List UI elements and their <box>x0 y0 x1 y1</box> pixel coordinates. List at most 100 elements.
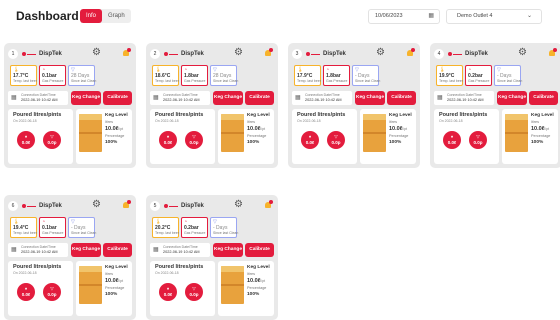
bell-icon[interactable] <box>122 200 131 209</box>
pressure-label: Gas Pressure <box>184 79 206 83</box>
calibrate-button[interactable]: Calibrate <box>103 243 132 257</box>
litres-poured-value: 0.0ℓ <box>163 292 173 297</box>
poured-date: On 2022-06-18 <box>13 119 37 123</box>
pints-poured-value: 0.0p <box>473 140 483 145</box>
keg-litres: 10.0ℓl/pt <box>247 126 266 132</box>
temperature-label: Temp. last beer <box>297 79 321 83</box>
tab-info[interactable]: Info <box>80 9 103 23</box>
keg-change-button[interactable]: Keg Change <box>213 243 243 257</box>
bell-icon[interactable] <box>406 48 415 57</box>
calendar-icon: ▦ <box>295 95 301 101</box>
clean-label: Since last Clean <box>71 79 97 83</box>
clean-stat: ▽ - Days Since last Clean <box>210 217 238 238</box>
clean-label: Since last Clean <box>213 79 239 83</box>
keg-litres: 10.0ℓl/pt <box>531 126 550 132</box>
connection-datetime: 2022-06-19 10:42 AM <box>163 98 200 102</box>
bell-icon[interactable] <box>548 48 557 57</box>
tap-number: 5 <box>150 201 160 211</box>
temperature-label: Temp. last beer <box>13 79 37 83</box>
drop-icon: ♦ <box>166 134 170 139</box>
temperature-label: Temp. last beer <box>13 231 37 235</box>
pressure-stat: ◔ 0.1bar Gas Pressure <box>39 65 66 86</box>
litres-label: litres <box>105 120 114 124</box>
calendar-icon[interactable]: ▦ <box>428 10 434 23</box>
poured-panel: Poured litres/pints On 2022-06-18 ♦ 0.0ℓ ▽ 0.… <box>292 109 357 164</box>
pints-poured-value: 0.0p <box>47 292 57 297</box>
pressure-label: Gas Pressure <box>468 79 490 83</box>
temperature-stat: 🌡 17.7°C Temp. last beer <box>10 65 37 86</box>
gear-icon[interactable]: ⚙ <box>92 199 101 211</box>
poured-date: On 2022-06-18 <box>439 119 463 123</box>
pressure-stat: ◔ 1.8bar Gas Pressure <box>323 65 350 86</box>
litres-poured-badge: ♦ 0.0ℓ <box>17 283 35 301</box>
keg-change-button[interactable]: Keg Change <box>71 243 101 257</box>
keg-change-button[interactable]: Keg Change <box>497 91 527 105</box>
temperature-stat: 🌡 20.2°C Temp. last beer <box>152 217 179 238</box>
keg-level-title: Keg Level <box>531 113 554 118</box>
disptek-logo-icon <box>22 51 36 57</box>
temperature-label: Temp. last beer <box>439 79 463 83</box>
calibrate-button[interactable]: Calibrate <box>103 91 132 105</box>
gear-icon[interactable]: ⚙ <box>376 47 385 59</box>
calendar-icon: ▦ <box>11 95 17 101</box>
outlet-select[interactable]: Demo Outlet 4 ⌄ <box>446 9 542 24</box>
pints-poured-value: 0.0p <box>47 140 57 145</box>
clean-label: Since last Clean <box>355 79 381 83</box>
keg-change-button[interactable]: Keg Change <box>71 91 101 105</box>
gear-icon[interactable]: ⚙ <box>234 199 243 211</box>
tap-card: 4 DispTek ⚙ 🌡 19.9°C Temp. last beer ◔ 0.2bar Ga… <box>430 43 560 168</box>
beer-glass-image <box>79 266 102 304</box>
calibrate-button[interactable]: Calibrate <box>245 243 274 257</box>
poured-title: Poured litres/pints <box>13 112 62 118</box>
date-picker[interactable]: 10/06/2023 ▦ <box>368 9 440 24</box>
keg-level-title: Keg Level <box>247 265 270 270</box>
card-header: 4 DispTek ⚙ <box>434 47 558 62</box>
litres-poured-value: 0.0ℓ <box>21 140 31 145</box>
disptek-logo-icon <box>164 51 178 57</box>
clean-stat: ▽ - Days Since last Clean <box>352 65 381 86</box>
poured-date: On 2022-06-18 <box>297 119 321 123</box>
calibrate-button[interactable]: Calibrate <box>529 91 558 105</box>
tap-number: 2 <box>150 49 160 59</box>
tab-graph[interactable]: Graph <box>102 9 131 23</box>
brand-name: DispTek <box>39 203 62 209</box>
litres-poured-badge: ♦ 0.0ℓ <box>301 131 319 149</box>
brand-name: DispTek <box>181 51 204 57</box>
drop-icon: ♦ <box>166 286 170 291</box>
brand-name: DispTek <box>323 51 346 57</box>
pints-poured-badge: ▽ 0.0p <box>185 283 203 301</box>
temperature-stat: 🌡 17.9°C Temp. last beer <box>294 65 321 86</box>
connection-datetime: 2022-06-19 10:42 AM <box>21 98 58 102</box>
pints-poured-value: 0.0p <box>189 292 199 297</box>
keg-percentage: 100% <box>531 140 544 145</box>
gear-icon[interactable]: ⚙ <box>518 47 527 59</box>
calendar-icon: ▦ <box>153 95 159 101</box>
card-header: 2 DispTek ⚙ <box>150 47 274 62</box>
drop-icon: ♦ <box>308 134 312 139</box>
glass-icon: ▽ <box>334 134 338 139</box>
calibrate-button[interactable]: Calibrate <box>245 91 274 105</box>
percentage-label: Percentage <box>389 134 409 138</box>
calibrate-button[interactable]: Calibrate <box>387 91 416 105</box>
bell-icon[interactable] <box>264 48 273 57</box>
bell-icon[interactable] <box>122 48 131 57</box>
percentage-label: Percentage <box>105 286 125 290</box>
litres-poured-value: 0.0ℓ <box>447 140 457 145</box>
drop-icon: ♦ <box>24 286 28 291</box>
disptek-logo-icon <box>22 203 36 209</box>
pints-poured-badge: ▽ 0.0p <box>43 283 61 301</box>
poured-title: Poured litres/pints <box>439 112 488 118</box>
keg-change-button[interactable]: Keg Change <box>213 91 243 105</box>
connection-info: ▦ Connection Date/Time 2022-06-19 10:42 AM <box>150 91 210 105</box>
keg-percentage: 100% <box>247 292 260 297</box>
gear-icon[interactable]: ⚙ <box>92 47 101 59</box>
gear-icon[interactable]: ⚙ <box>234 47 243 59</box>
keg-change-button[interactable]: Keg Change <box>355 91 385 105</box>
outlet-value: Demo Outlet 4 <box>457 13 493 19</box>
calendar-icon: ▦ <box>11 247 17 253</box>
temperature-stat: 🌡 18.6°C Temp. last beer <box>152 65 179 86</box>
disptek-logo-icon <box>306 51 320 57</box>
poured-date: On 2022-06-18 <box>13 271 37 275</box>
bell-icon[interactable] <box>264 200 273 209</box>
drop-icon: ♦ <box>450 134 454 139</box>
